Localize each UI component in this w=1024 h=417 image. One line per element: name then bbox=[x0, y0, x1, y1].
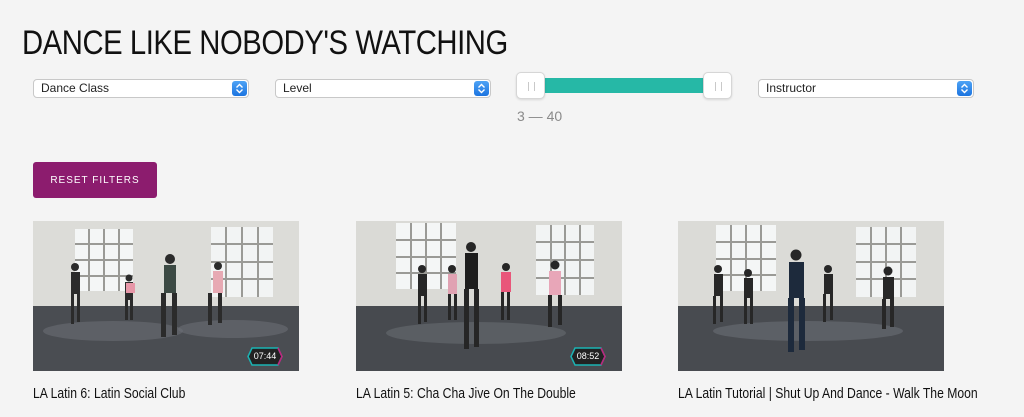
slider-max-handle[interactable] bbox=[703, 72, 732, 99]
slider-range-fill bbox=[530, 78, 718, 93]
video-card[interactable]: 08:52 LA Latin 5: Cha Cha Jive On The Do… bbox=[356, 221, 622, 402]
video-title[interactable]: LA Latin 6: Latin Social Club bbox=[33, 386, 256, 402]
page-title: DANCE LIKE NOBODY'S WATCHING bbox=[22, 24, 508, 62]
video-duration: 08:52 bbox=[576, 351, 600, 361]
slider-min-handle[interactable] bbox=[516, 72, 545, 99]
instructor-select[interactable]: Instructor bbox=[758, 79, 974, 98]
dance-class-select[interactable]: Dance Class bbox=[33, 79, 249, 98]
duration-range-label: 3 — 40 bbox=[517, 108, 563, 124]
video-duration-badge: 08:52 bbox=[570, 347, 606, 366]
select-arrows-icon bbox=[232, 81, 247, 96]
video-duration-badge: 07:44 bbox=[247, 347, 283, 366]
video-card[interactable]: LA Latin Tutorial | Shut Up And Dance - … bbox=[678, 221, 978, 402]
video-thumbnail[interactable]: 07:44 bbox=[33, 221, 299, 371]
video-title[interactable]: LA Latin 5: Cha Cha Jive On The Double bbox=[356, 386, 579, 402]
level-select[interactable]: Level bbox=[275, 79, 491, 98]
select-arrows-icon bbox=[474, 81, 489, 96]
instructor-select-value: Instructor bbox=[766, 81, 817, 95]
video-thumbnail[interactable]: 08:52 bbox=[356, 221, 622, 371]
video-title[interactable]: LA Latin Tutorial | Shut Up And Dance - … bbox=[678, 386, 978, 402]
video-thumbnail[interactable] bbox=[678, 221, 944, 371]
level-select-value: Level bbox=[283, 81, 312, 95]
select-arrows-icon bbox=[957, 81, 972, 96]
reset-filters-button[interactable]: RESET FILTERS bbox=[33, 162, 157, 198]
dance-class-select-value: Dance Class bbox=[41, 81, 110, 95]
video-duration: 07:44 bbox=[253, 351, 277, 361]
video-card[interactable]: 07:44 LA Latin 6: Latin Social Club bbox=[33, 221, 299, 402]
